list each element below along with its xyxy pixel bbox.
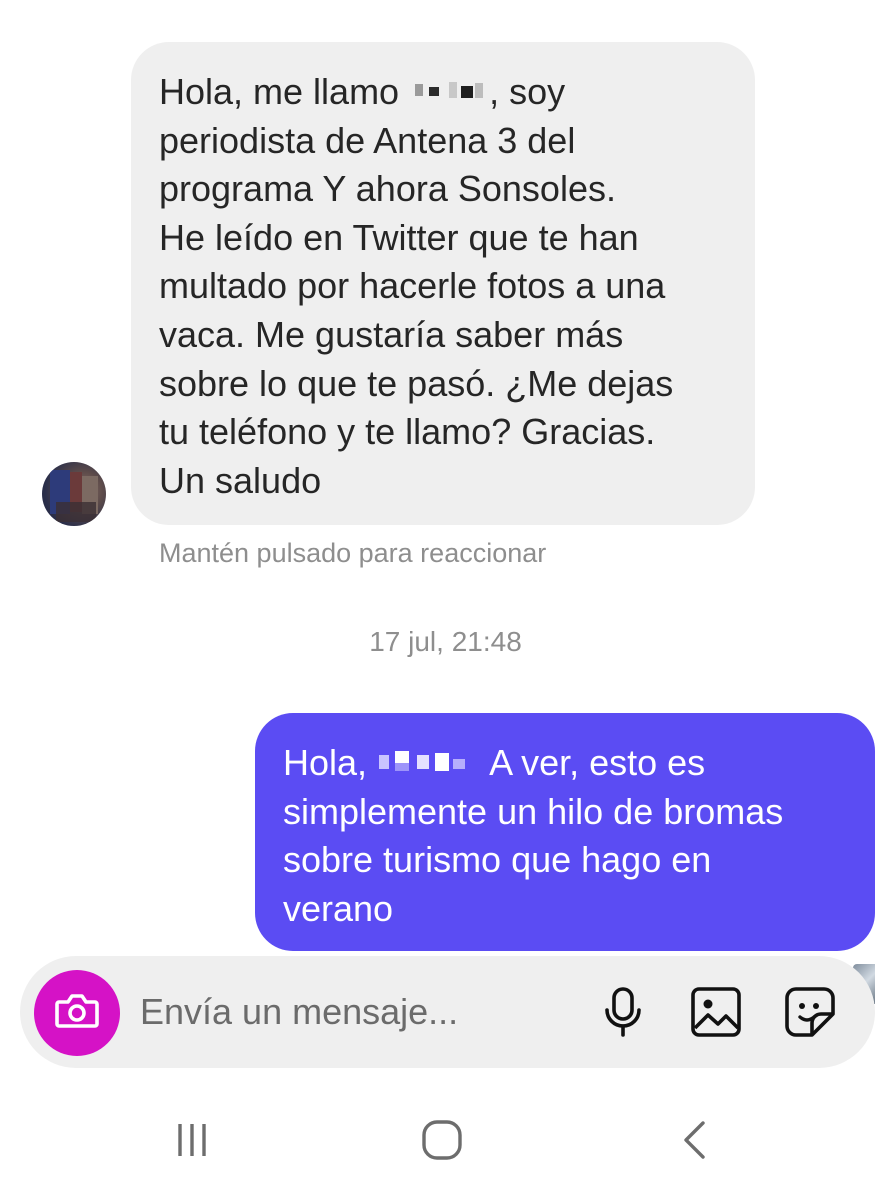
camera-button[interactable]	[34, 970, 120, 1056]
message-line: multado por hacerle fotos a una	[159, 265, 666, 307]
home-icon	[420, 1118, 464, 1167]
microphone-icon	[603, 986, 643, 1043]
message-composer	[20, 956, 875, 1068]
system-navigation-bar	[0, 1090, 893, 1200]
timestamp-text: 17 jul, 21:48	[369, 626, 522, 657]
outgoing-message-bubble[interactable]: Hola, A ver, esto es simplemente un hilo…	[255, 713, 875, 951]
recent-apps-button[interactable]	[162, 1112, 222, 1172]
reaction-hint: Mantén pulsado para reaccionar	[159, 538, 547, 568]
sticker-button[interactable]	[780, 984, 840, 1044]
chat-screen: Hola, me llamo , soy periodista de Anten…	[0, 0, 893, 1200]
message-line: simplemente un hilo de bromas	[283, 790, 784, 832]
message-input[interactable]	[140, 988, 560, 1036]
message-line: Un saludo	[159, 459, 322, 501]
message-line: sobre lo que te pasó. ¿Me dejas	[159, 362, 674, 404]
recent-apps-icon	[172, 1121, 212, 1164]
message-line: He leído en Twitter que te han	[159, 216, 639, 258]
back-button[interactable]	[664, 1112, 724, 1172]
sender-avatar[interactable]	[42, 462, 106, 526]
sticker-icon	[784, 986, 836, 1043]
message-line: Hola, me llamo , soy	[159, 71, 566, 112]
message-line: periodista de Antena 3 del	[159, 119, 576, 161]
incoming-message-bubble[interactable]: Hola, me llamo , soy periodista de Anten…	[131, 42, 755, 525]
redacted-name	[377, 751, 481, 773]
voice-message-button[interactable]	[593, 984, 653, 1044]
message-line: vaca. Me gustaría saber más	[159, 313, 624, 355]
message-line: Hola, A ver, esto es	[283, 742, 706, 783]
redacted-name	[409, 80, 489, 102]
back-icon	[679, 1119, 709, 1166]
gallery-button[interactable]	[686, 984, 746, 1044]
home-button[interactable]	[412, 1112, 472, 1172]
message-line: verano	[283, 887, 394, 929]
message-line: sobre turismo que hago en	[283, 839, 712, 881]
message-line: programa Y ahora Sonsoles.	[159, 168, 616, 210]
message-line: tu teléfono y te llamo? Gracias.	[159, 411, 656, 453]
message-timestamp: 17 jul, 21:48	[0, 626, 893, 658]
camera-icon	[55, 992, 99, 1035]
gallery-icon	[690, 986, 742, 1043]
